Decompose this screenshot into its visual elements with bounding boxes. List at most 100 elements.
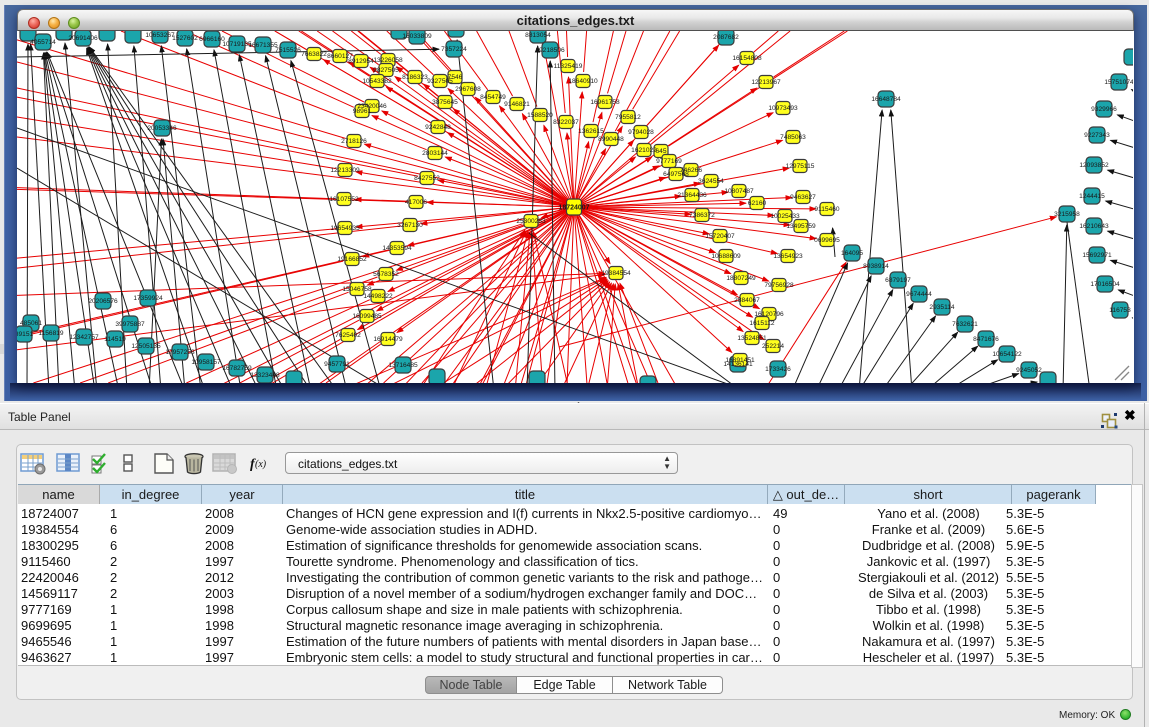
svg-text:17957253: 17957253: [165, 349, 195, 356]
svg-text:10653267: 10653267: [145, 32, 175, 39]
svg-text:4055714: 4055714: [30, 39, 56, 46]
svg-text:8454749: 8454749: [480, 94, 506, 101]
svg-text:1362615: 1362615: [578, 128, 604, 135]
svg-text:1621022: 1621022: [631, 147, 657, 154]
svg-text:9457791: 9457791: [324, 361, 350, 368]
svg-text:98961: 98961: [353, 108, 372, 115]
svg-text:12342757: 12342757: [69, 334, 99, 341]
svg-text:6879197: 6879197: [885, 277, 911, 284]
svg-text:16648784: 16648784: [871, 96, 901, 103]
svg-text:7357224: 7357224: [441, 46, 467, 53]
svg-text:11325419: 11325419: [554, 63, 583, 70]
svg-text:16891451: 16891451: [725, 357, 755, 364]
svg-text:9794028: 9794028: [628, 129, 654, 136]
svg-text:3875645: 3875645: [432, 99, 458, 106]
svg-text:7546: 7546: [448, 74, 463, 81]
svg-text:16154808: 16154808: [732, 55, 762, 62]
svg-text:7515526: 7515526: [275, 47, 301, 54]
svg-text:16961758: 16961758: [590, 99, 620, 106]
svg-text:1244415: 1244415: [1079, 193, 1105, 200]
svg-text:(x): (x): [255, 459, 267, 470]
svg-text:164095: 164095: [841, 250, 863, 257]
svg-text:417006: 417006: [405, 199, 427, 206]
svg-text:14353594: 14353594: [382, 245, 412, 252]
svg-text:1156819: 1156819: [38, 330, 64, 337]
svg-text:10688609: 10688609: [711, 253, 741, 260]
svg-text:16099485: 16099485: [352, 313, 382, 320]
svg-text:10654122: 10654122: [992, 351, 1022, 358]
svg-text:746266: 746266: [680, 167, 702, 174]
svg-text:12323448: 12323448: [250, 372, 280, 379]
svg-text:7485063: 7485063: [780, 134, 806, 141]
svg-text:252214: 252214: [762, 343, 784, 350]
svg-text:8938914: 8938914: [863, 263, 889, 270]
svg-text:15751074: 15751074: [1104, 79, 1133, 86]
svg-text:16210643: 16210643: [1079, 223, 1109, 230]
svg-text:645: 645: [655, 148, 666, 155]
svg-text:10807487: 10807487: [724, 188, 754, 195]
svg-text:8471676: 8471676: [973, 336, 999, 343]
svg-text:7955812: 7955812: [615, 114, 641, 121]
svg-text:19218506: 19218506: [535, 47, 565, 54]
svg-text:2803144: 2803144: [422, 150, 448, 157]
svg-text:9674444: 9674444: [906, 291, 932, 298]
svg-text:9245052: 9245052: [1016, 367, 1042, 374]
svg-text:25300283: 25300283: [516, 218, 546, 225]
svg-text:10543382: 10543382: [362, 78, 392, 85]
svg-text:19384554: 19384554: [601, 270, 631, 277]
svg-text:8990448: 8990448: [598, 136, 624, 143]
svg-text:18640910: 18640910: [568, 78, 598, 85]
svg-text:10025433: 10025433: [770, 213, 800, 220]
svg-text:3215958: 3215958: [1054, 211, 1080, 218]
svg-text:20206576: 20206576: [88, 298, 118, 305]
svg-text:9329966: 9329966: [1091, 106, 1117, 113]
svg-text:16033809: 16033809: [402, 33, 432, 40]
svg-text:16914479: 16914479: [373, 336, 403, 343]
svg-text:39975887: 39975887: [115, 321, 145, 328]
svg-text:2967608: 2967608: [455, 86, 481, 93]
svg-text:1588520: 1588520: [527, 112, 553, 119]
svg-text:8186323: 8186323: [402, 74, 428, 81]
svg-text:9146821: 9146821: [504, 101, 530, 108]
svg-text:20053346: 20053346: [147, 125, 177, 132]
svg-text:10958157: 10958157: [191, 359, 221, 366]
svg-text:21364436: 21364436: [677, 192, 707, 199]
svg-text:7386372: 7386372: [689, 212, 715, 219]
svg-text:15692971: 15692971: [1082, 252, 1112, 259]
svg-text:116753: 116753: [1109, 307, 1131, 314]
svg-text:0699695: 0699695: [814, 237, 840, 244]
svg-text:13716485: 13716485: [388, 362, 418, 369]
svg-text:18807249: 18807249: [726, 275, 756, 282]
svg-text:14498222: 14498222: [363, 293, 393, 300]
svg-text:16120796: 16120796: [754, 311, 784, 318]
svg-text:2884067: 2884067: [734, 297, 760, 304]
svg-text:7632621: 7632621: [952, 321, 978, 328]
svg-text:16107552: 16107552: [329, 196, 359, 203]
svg-text:9777169: 9777169: [656, 158, 682, 165]
svg-text:12505135: 12505135: [131, 343, 161, 350]
svg-text:1527602: 1527602: [172, 35, 198, 42]
svg-text:15046758: 15046758: [342, 286, 372, 293]
svg-text:9463627: 9463627: [790, 194, 816, 201]
svg-text:2718126: 2718126: [341, 138, 367, 145]
svg-text:9242848: 9242848: [425, 124, 451, 131]
svg-text:62160: 62160: [748, 200, 767, 207]
svg-text:12975115: 12975115: [786, 163, 815, 170]
svg-text:9115460: 9115460: [814, 206, 840, 213]
svg-text:8322037: 8322037: [553, 119, 579, 126]
svg-text:13495759: 13495759: [786, 223, 816, 230]
svg-text:19654935: 19654935: [330, 225, 360, 232]
svg-text:15720407: 15720407: [705, 233, 735, 240]
svg-text:6966160: 6966160: [199, 36, 225, 43]
svg-text:12213967: 12213967: [751, 79, 781, 86]
svg-text:16671355: 16671355: [248, 42, 278, 49]
svg-text:17359924: 17359924: [133, 295, 163, 302]
svg-text:114519: 114519: [104, 336, 126, 343]
svg-text:7663822: 7663822: [301, 51, 327, 58]
svg-text:20691406: 20691406: [68, 35, 98, 42]
svg-text:8427552: 8427552: [414, 175, 440, 182]
svg-text:1615112: 1615112: [749, 320, 775, 327]
svg-text:5678352: 5678352: [373, 271, 399, 278]
svg-text:7625402: 7625402: [335, 332, 361, 339]
svg-text:13524851: 13524851: [737, 335, 767, 342]
